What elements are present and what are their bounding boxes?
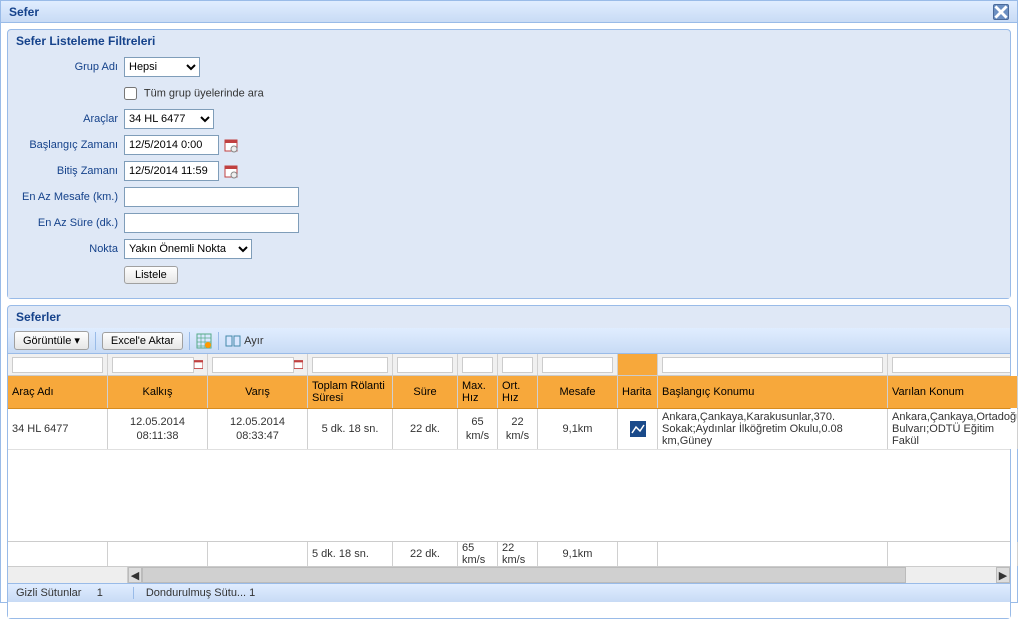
window-header: Sefer	[1, 1, 1017, 23]
nokta-label: Nokta	[16, 243, 124, 255]
baslangic-label: Başlangıç Zamanı	[16, 139, 124, 151]
col-orthiz[interactable]: Ort. Hız	[498, 376, 538, 408]
filter-sure[interactable]	[397, 357, 453, 373]
filter-varilan[interactable]	[892, 357, 1010, 373]
col-harita[interactable]: Harita	[618, 376, 658, 408]
calendar-icon[interactable]	[223, 137, 239, 153]
araclar-select[interactable]: 34 HL 6477	[124, 109, 214, 129]
filter-orthiz[interactable]	[502, 357, 533, 373]
cell-maxhiz: 65km/s	[458, 409, 498, 449]
sum-maxhiz: 65 km/s	[458, 542, 498, 566]
gizli-sutunlar-label: Gizli Sütunlar	[16, 587, 81, 599]
sum-sure: 22 dk.	[393, 542, 458, 566]
table-row[interactable]: 34 HL 6477 12.05.201408:11:38 12.05.2014…	[8, 409, 1010, 450]
ayir-button[interactable]: Ayır	[225, 333, 263, 349]
min-sure-label: En Az Süre (dk.)	[16, 217, 124, 229]
min-mesafe-label: En Az Mesafe (km.)	[16, 191, 124, 203]
min-mesafe-input[interactable]	[124, 187, 299, 207]
col-kalkis[interactable]: Kalkış	[108, 376, 208, 408]
cell-varis: 12.05.201408:33:47	[208, 409, 308, 449]
calendar-icon[interactable]	[194, 357, 203, 373]
filter-maxhiz[interactable]	[462, 357, 493, 373]
cell-varilan: Ankara,Çankaya,Ortadoğu Bulvarı;ODTÜ Eği…	[888, 409, 1018, 449]
grid-summary-row: 5 dk. 18 sn. 22 dk. 65 km/s 22 km/s 9,1k…	[8, 541, 1010, 567]
sefer-window: Sefer Sefer Listeleme Filtreleri Grup Ad…	[0, 0, 1018, 603]
col-baslangic[interactable]: Başlangıç Konumu	[658, 376, 888, 408]
seferler-title: Seferler	[8, 306, 1010, 328]
bitis-label: Bitiş Zamanı	[16, 165, 124, 177]
data-grid: Araç Adı Kalkış Varış Toplam Rölanti Sür…	[8, 354, 1010, 583]
filters-panel: Sefer Listeleme Filtreleri Grup Adı Heps…	[7, 29, 1011, 299]
sum-orthiz: 22 km/s	[498, 542, 538, 566]
cell-baslangic: Ankara,Çankaya,Karakusunlar,370. Sokak;A…	[658, 409, 888, 449]
cell-mesafe: 9,1km	[538, 409, 618, 449]
col-mesafe[interactable]: Mesafe	[538, 376, 618, 408]
split-icon	[225, 333, 241, 349]
col-varis[interactable]: Varış	[208, 376, 308, 408]
filter-mesafe[interactable]	[542, 357, 613, 373]
cell-orthiz: 22km/s	[498, 409, 538, 449]
grid-config-icon[interactable]	[196, 333, 212, 349]
filter-arac[interactable]	[12, 357, 103, 373]
excel-button[interactable]: Excel'e Aktar	[102, 332, 183, 350]
filter-varis[interactable]	[212, 357, 294, 373]
listele-button[interactable]: Listele	[124, 266, 178, 284]
dondurulmus-label: Dondurulmuş Sütu... 1	[133, 587, 255, 599]
sum-mesafe: 9,1km	[538, 542, 618, 566]
grup-adi-label: Grup Adı	[16, 61, 124, 73]
calendar-icon[interactable]	[223, 163, 239, 179]
min-sure-input[interactable]	[124, 213, 299, 233]
cell-sure: 22 dk.	[393, 409, 458, 449]
close-icon[interactable]	[993, 4, 1009, 20]
grid-toolbar: Görüntüle ▾ Excel'e Aktar Ayır	[8, 328, 1010, 354]
cell-harita[interactable]	[618, 409, 658, 449]
seferler-panel: Seferler Görüntüle ▾ Excel'e Aktar Ayır	[7, 305, 1011, 619]
cell-kalkis: 12.05.201408:11:38	[108, 409, 208, 449]
baslangic-input[interactable]	[124, 135, 219, 155]
tum-grup-checkbox-label[interactable]: Tüm grup üyelerinde ara	[124, 87, 264, 100]
goruntule-button[interactable]: Görüntüle ▾	[14, 331, 89, 350]
araclar-label: Araçlar	[16, 113, 124, 125]
grid-filter-row	[8, 354, 1010, 376]
horizontal-scrollbar[interactable]: ◀ ▶	[8, 567, 1010, 583]
tum-grup-checkbox[interactable]	[124, 87, 137, 100]
filter-rolanti[interactable]	[312, 357, 388, 373]
map-icon[interactable]	[628, 419, 648, 439]
calendar-icon[interactable]	[294, 357, 303, 373]
filters-title: Sefer Listeleme Filtreleri	[8, 30, 1010, 52]
window-title: Sefer	[9, 5, 39, 19]
cell-rolanti: 5 dk. 18 sn.	[308, 409, 393, 449]
col-arac-adi[interactable]: Araç Adı	[8, 376, 108, 408]
grid-status-bar: Gizli Sütunlar 1 Dondurulmuş Sütu... 1	[8, 583, 1010, 602]
col-rolanti[interactable]: Toplam Rölanti Süresi	[308, 376, 393, 408]
col-maxhiz[interactable]: Max. Hız	[458, 376, 498, 408]
col-sure[interactable]: Süre	[393, 376, 458, 408]
col-varilan[interactable]: Varılan Konum	[888, 376, 1018, 408]
sum-rolanti: 5 dk. 18 sn.	[308, 542, 393, 566]
grup-adi-select[interactable]: Hepsi	[124, 57, 200, 77]
filter-kalkis[interactable]	[112, 357, 194, 373]
filter-baslangic[interactable]	[662, 357, 883, 373]
bitis-input[interactable]	[124, 161, 219, 181]
nokta-select[interactable]: Yakın Önemli Nokta	[124, 239, 252, 259]
cell-arac: 34 HL 6477	[8, 409, 108, 449]
grid-header-row: Araç Adı Kalkış Varış Toplam Rölanti Sür…	[8, 376, 1010, 409]
grid-body: 34 HL 6477 12.05.201408:11:38 12.05.2014…	[8, 409, 1010, 541]
